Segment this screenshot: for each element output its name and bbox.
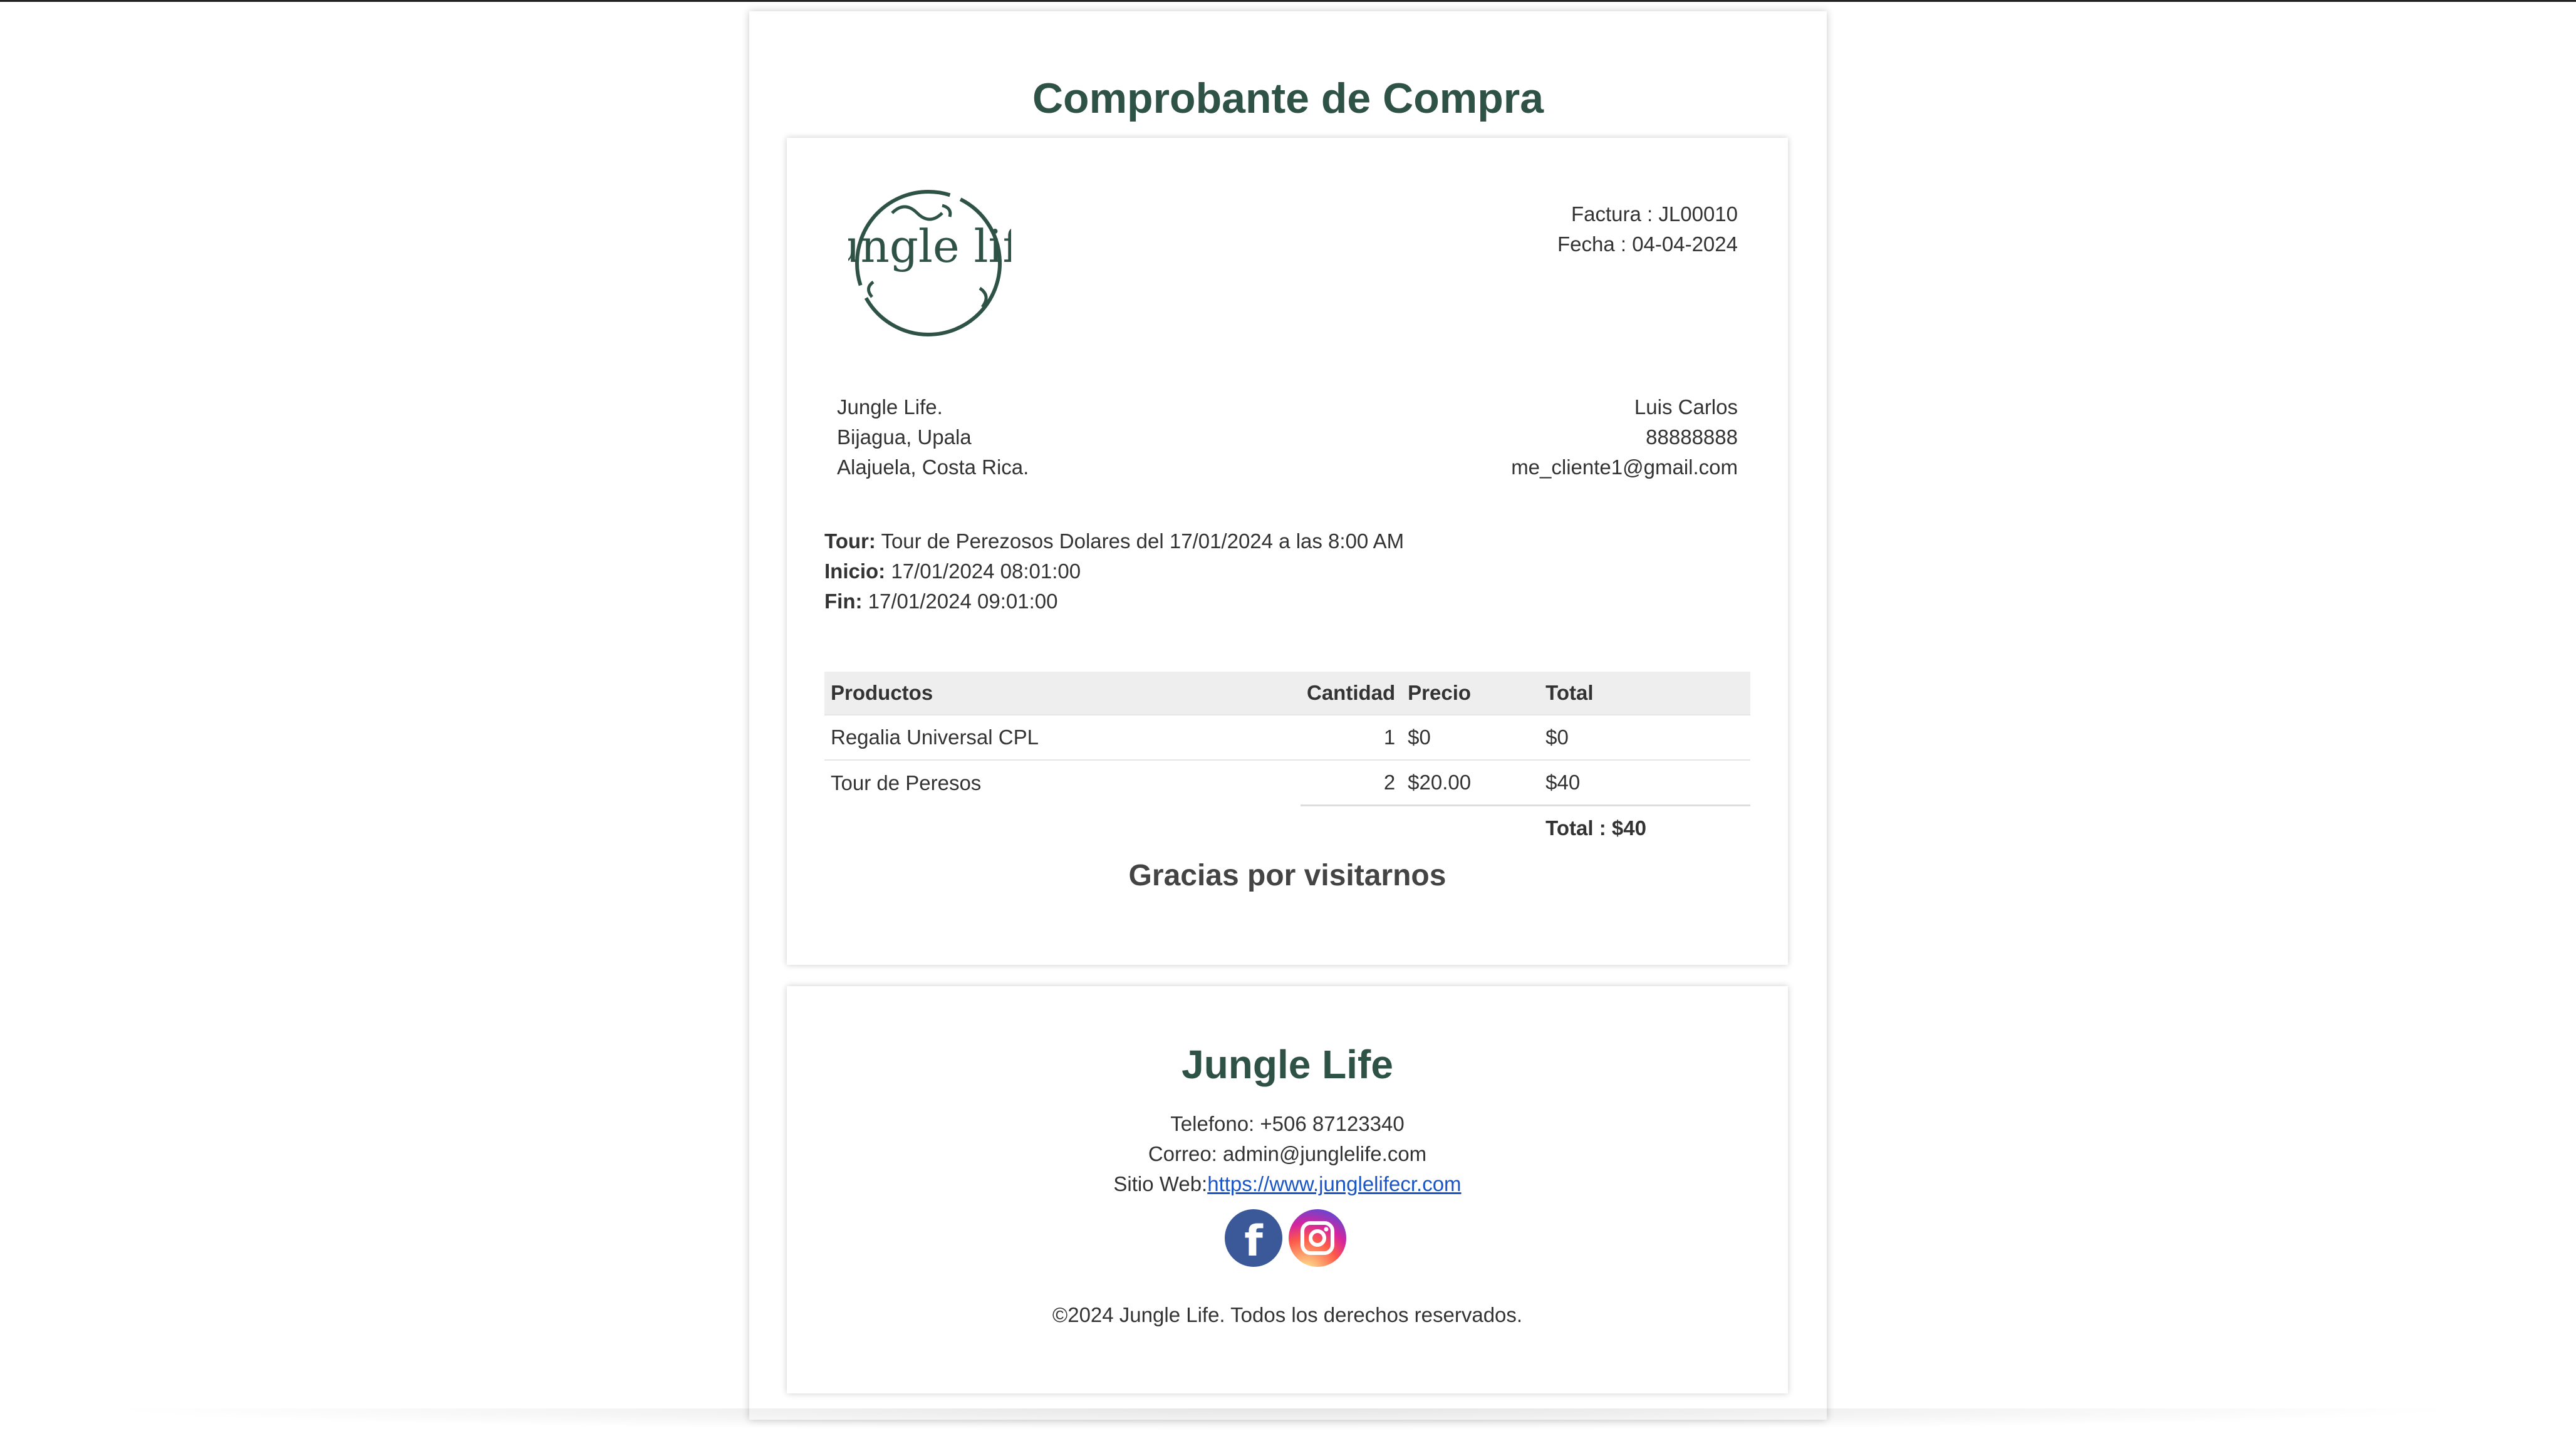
- grand-total: Total : $40: [1539, 804, 1750, 850]
- receipt-page: Comprobante de Compra Jungle life Factur…: [749, 11, 1827, 1420]
- invoice-date: Fecha : 04-04-2024: [1557, 232, 1738, 256]
- start-value: 17/01/2024 08:01:00: [891, 559, 1081, 583]
- thanks-message: Gracias por visitarnos: [1128, 859, 1446, 892]
- instagram-icon[interactable]: [1289, 1209, 1346, 1267]
- footer-card: Jungle Life Telefono: +506 87123340 Corr…: [787, 986, 1788, 1393]
- column-header-price: Precio: [1401, 672, 1540, 715]
- invoice-card: Jungle life Factura : JL00010 Fecha : 04…: [787, 138, 1788, 965]
- invoice-meta: Factura : JL00010 Fecha : 04-04-2024: [1557, 199, 1738, 259]
- footer-company-name: Jungle Life: [1182, 1042, 1393, 1087]
- footer-contact: Telefono: +506 87123340 Correo: admin@ju…: [787, 1109, 1788, 1199]
- table-row: Tour de Peresos 2 $20.00 $40: [824, 759, 1750, 806]
- page-title: Comprobante de Compra: [1032, 75, 1544, 122]
- facebook-icon[interactable]: f: [1225, 1209, 1282, 1267]
- product-total: $40: [1539, 759, 1750, 806]
- product-quantity: 2: [1301, 759, 1402, 806]
- website-label: Sitio Web:: [1113, 1172, 1208, 1195]
- client-phone: 88888888: [1646, 425, 1738, 449]
- svg-text:Jungle life: Jungle life: [848, 220, 1011, 273]
- company-address-line1: Bijagua, Upala: [837, 425, 972, 449]
- end-line: Fin: 17/01/2024 09:01:00: [824, 586, 1404, 617]
- table-header-row: Productos Cantidad Precio Total: [824, 672, 1750, 715]
- start-line: Inicio: 17/01/2024 08:01:00: [824, 556, 1404, 586]
- invoice-number: Factura : JL00010: [1571, 202, 1738, 226]
- table-total-row: Total : $40: [824, 804, 1750, 850]
- end-label: Fin:: [824, 590, 863, 613]
- start-label: Inicio:: [824, 559, 886, 583]
- window-top-border: [0, 0, 2576, 2]
- footer-phone: Telefono: +506 87123340: [1170, 1112, 1405, 1135]
- company-address: Jungle Life. Bijagua, Upala Alajuela, Co…: [837, 392, 1029, 482]
- column-header-total: Total: [1539, 672, 1750, 715]
- product-quantity: 1: [1301, 714, 1402, 760]
- tour-details: Tour: Tour de Perezosos Dolares del 17/0…: [824, 526, 1404, 617]
- company-name: Jungle Life.: [837, 395, 943, 419]
- table-row: Regalia Universal CPL 1 $0 $0: [824, 714, 1750, 760]
- client-info: Luis Carlos 88888888 me_cliente1@gmail.c…: [1511, 392, 1738, 482]
- column-header-products: Productos: [824, 672, 1301, 715]
- client-email: me_cliente1@gmail.com: [1511, 455, 1738, 479]
- social-links: f: [1225, 1209, 1350, 1272]
- product-price: $20.00: [1401, 759, 1540, 806]
- column-header-quantity: Cantidad: [1301, 672, 1402, 715]
- products-table: Productos Cantidad Precio Total Regalia …: [824, 672, 1750, 850]
- tour-value: Tour de Perezosos Dolares del 17/01/2024…: [881, 529, 1405, 553]
- company-address-line2: Alajuela, Costa Rica.: [837, 455, 1029, 479]
- footer-email: Correo: admin@junglelife.com: [1148, 1142, 1427, 1165]
- end-value: 17/01/2024 09:01:00: [868, 590, 1058, 613]
- tour-line: Tour: Tour de Perezosos Dolares del 17/0…: [824, 526, 1404, 556]
- website-link[interactable]: https://www.junglelifecr.com: [1207, 1172, 1461, 1195]
- product-name: Regalia Universal CPL: [824, 714, 1301, 760]
- client-name: Luis Carlos: [1634, 395, 1738, 419]
- product-price: $0: [1401, 714, 1540, 760]
- product-name: Tour de Peresos: [824, 759, 1301, 806]
- copyright-text: ©2024 Jungle Life. Todos los derechos re…: [1052, 1303, 1523, 1326]
- instagram-glyph: [1301, 1221, 1334, 1255]
- product-total: $0: [1539, 714, 1750, 760]
- footer-website: Sitio Web:https://www.junglelifecr.com: [787, 1169, 1788, 1199]
- jungle-life-logo: Jungle life: [848, 190, 1011, 336]
- tour-label: Tour:: [824, 529, 876, 553]
- bottom-shadow: [94, 1408, 2475, 1431]
